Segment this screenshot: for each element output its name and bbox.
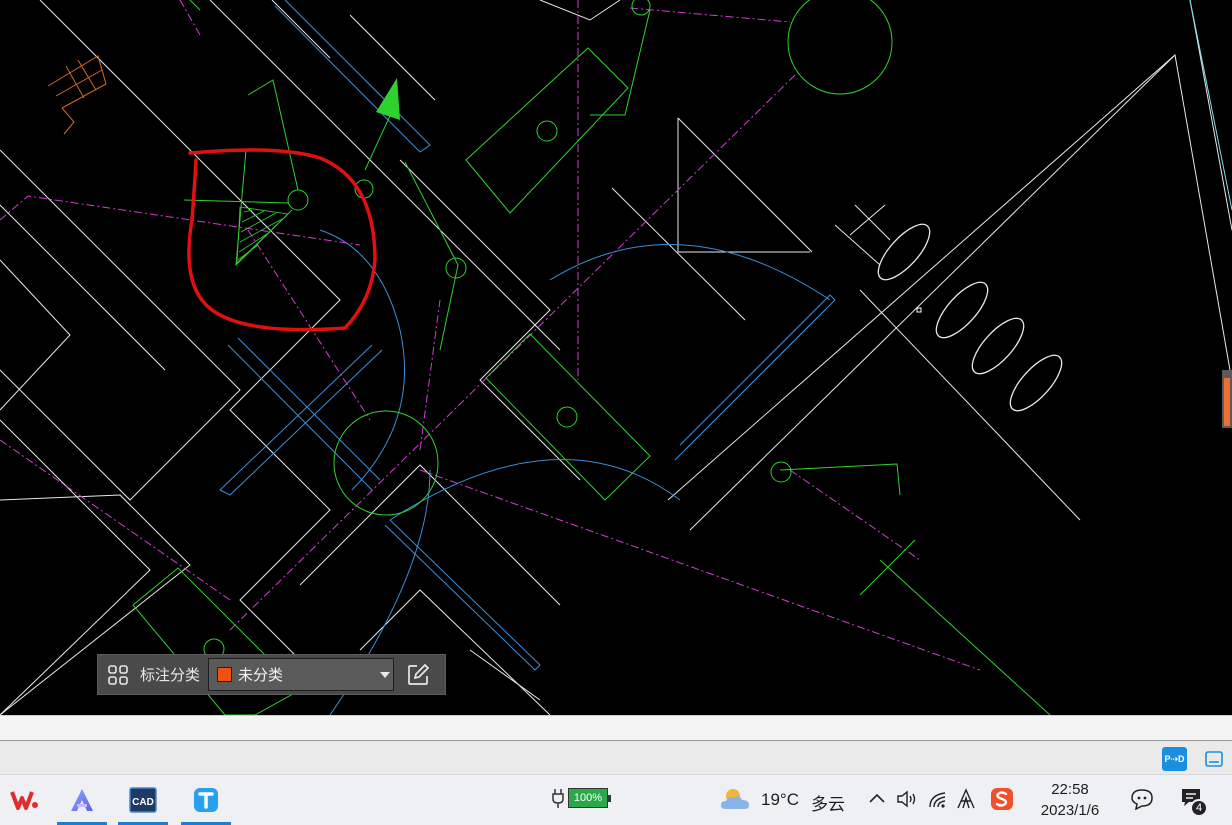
notification-center-button[interactable]: 4: [1180, 787, 1208, 817]
clock[interactable]: 22:58 2023/1/6: [1030, 779, 1110, 821]
chat-bubble-icon: [1131, 789, 1153, 811]
edit-category-button[interactable]: [398, 655, 438, 694]
taskbar-app-cad[interactable]: CAD: [118, 775, 168, 825]
show-hidden-icons-button[interactable]: [868, 791, 886, 810]
markup-category-label: 标注分类: [140, 667, 201, 684]
table-ovals: [877, 223, 1063, 412]
horizontal-scroll-area[interactable]: [0, 715, 1232, 741]
weather-description: 多云: [811, 795, 845, 814]
category-dropdown[interactable]: 未分类: [208, 658, 395, 691]
taskbar-app-t[interactable]: [181, 775, 231, 825]
weather-widget[interactable]: 19°C 多云: [719, 785, 845, 818]
partly-cloudy-icon: [721, 789, 749, 809]
taskbar-app-a[interactable]: [57, 775, 107, 825]
battery-indicator[interactable]: 100%: [550, 787, 611, 809]
battery-level: 100%: [568, 788, 608, 808]
north-arrow: [376, 78, 400, 120]
t-app-icon: [194, 788, 218, 812]
snap-marker: [916, 307, 922, 313]
stair-symbol: [47, 55, 107, 135]
a-app-icon: [71, 789, 93, 811]
sogou-ime-button[interactable]: [990, 787, 1014, 816]
volume-button[interactable]: [896, 789, 918, 814]
svg-text:CAD: CAD: [132, 797, 154, 808]
wps-icon: [10, 791, 38, 810]
notification-count-badge: 4: [1190, 799, 1208, 817]
edit-icon: [408, 663, 430, 685]
panel-layout-button[interactable]: [1201, 747, 1226, 771]
clock-time: 22:58: [1051, 781, 1089, 798]
windows-taskbar: CAD 100% 19°C 多云 22:58 2023/1/6 4: [0, 775, 1232, 825]
chevron-up-icon: [869, 793, 885, 803]
scroll-indicator-mark: [1224, 378, 1230, 426]
chevron-down-icon: [380, 672, 391, 678]
font-a-icon: [957, 788, 975, 809]
axis-lines: [0, 0, 981, 671]
markup-toolbar: 标注分类 未分类: [97, 654, 446, 695]
green-furniture: [132, 0, 1051, 715]
sogou-icon: [991, 788, 1013, 810]
hatch-triangle: [236, 206, 289, 264]
grid-button[interactable]: [98, 655, 138, 694]
blue-lines: [219, 0, 836, 715]
network-button[interactable]: [927, 789, 949, 814]
cad-drawing: [0, 0, 1232, 715]
speaker-icon: [897, 790, 916, 808]
category-color-swatch: [217, 667, 233, 682]
power-plug-icon: [552, 789, 564, 808]
chat-button[interactable]: [1130, 788, 1154, 815]
category-value: 未分类: [238, 667, 284, 684]
clock-date: 2023/1/6: [1040, 802, 1100, 819]
grid-icon: [108, 664, 128, 685]
cad-viewer-icon: CAD: [129, 787, 157, 813]
pd-toggle-button[interactable]: P⇢D: [1162, 747, 1187, 771]
battery-tip: [608, 794, 611, 802]
wifi-icon: [929, 792, 946, 808]
temperature: 19°C: [761, 790, 799, 809]
panel-layout-icon: [1204, 751, 1223, 767]
cad-drawing-canvas[interactable]: 标注分类 未分类: [0, 0, 1232, 715]
taskbar-app-wps[interactable]: [0, 775, 50, 825]
status-bar: [0, 741, 1232, 775]
input-method-button[interactable]: [955, 788, 977, 815]
